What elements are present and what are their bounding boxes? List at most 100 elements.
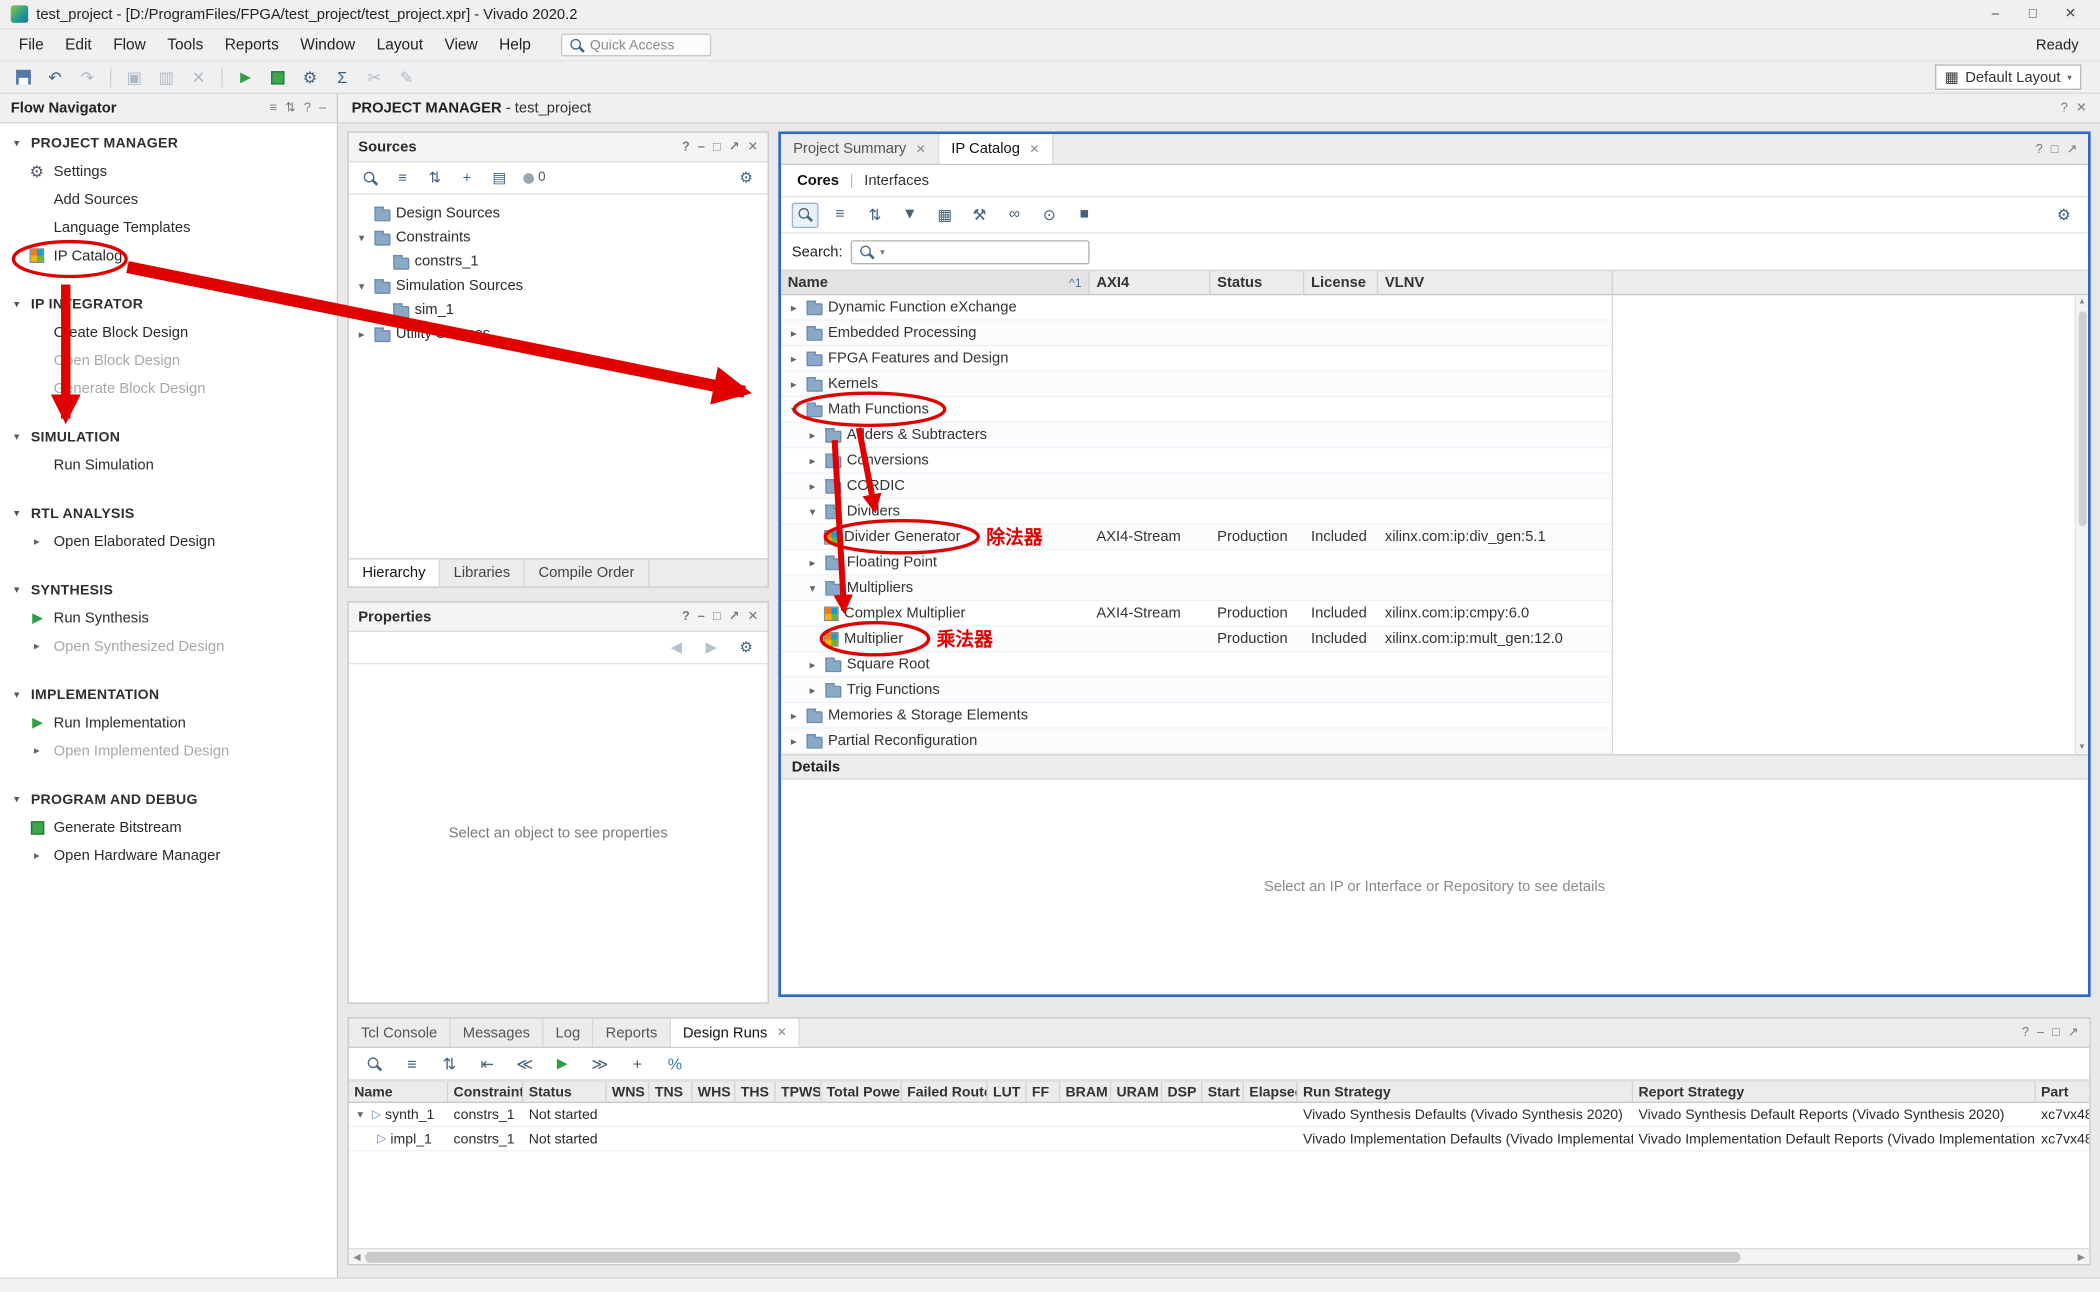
menu-layout[interactable]: Layout	[366, 33, 434, 57]
search-button[interactable]	[360, 1050, 390, 1077]
ip-category-kernels[interactable]: ▸Kernels	[781, 372, 1612, 397]
help-icon[interactable]: ?	[2022, 1025, 2029, 1040]
column-header-status[interactable]: Status	[1210, 271, 1304, 294]
ip-category-floating-point[interactable]: ▸Floating Point	[781, 550, 1612, 575]
layout-selector[interactable]: ▦ Default Layout ▾	[1935, 64, 2081, 89]
ip-category-cordic[interactable]: ▸CORDIC	[781, 474, 1612, 499]
chevron-right-icon[interactable]: ▸	[805, 682, 820, 697]
column-header-uram[interactable]: URAM	[1111, 1082, 1162, 1102]
ip-category-square-root[interactable]: ▸Square Root	[781, 652, 1612, 677]
flow-nav-item-open-elaborated-design[interactable]: ▸Open Elaborated Design	[0, 527, 337, 555]
flow-nav-section-header[interactable]: ▾IP INTEGRATOR	[0, 290, 337, 318]
file-button[interactable]: ▤	[486, 166, 513, 190]
search-button[interactable]	[792, 202, 819, 227]
column-header-name[interactable]: Name	[349, 1082, 448, 1102]
collapse-all-button[interactable]: ≡	[397, 1050, 427, 1077]
ip-category-dynamic-function-exchange[interactable]: ▸Dynamic Function eXchange	[781, 295, 1612, 320]
column-header-status[interactable]: Status	[523, 1082, 606, 1102]
menu-reports[interactable]: Reports	[214, 33, 290, 57]
tab-ip-catalog[interactable]: IP Catalog✕	[939, 134, 1053, 164]
vertical-scrollbar[interactable]: ▲ ▼	[2075, 295, 2088, 754]
close-icon[interactable]: ✕	[2052, 7, 2090, 22]
view-cores[interactable]: Cores	[797, 172, 839, 188]
bottom-tab-reports[interactable]: Reports	[594, 1019, 671, 1047]
copy-button[interactable]: ▣	[119, 64, 149, 91]
float-icon[interactable]: ↗	[2068, 1025, 2079, 1040]
flow-nav-section-header[interactable]: ▾PROJECT MANAGER	[0, 129, 337, 157]
settings-button[interactable]: ⚙	[295, 64, 325, 91]
scroll-right-icon[interactable]: ▶	[2073, 1251, 2089, 1262]
scrollbar-thumb[interactable]	[2078, 311, 2086, 526]
cut-button[interactable]: ✂	[360, 64, 390, 91]
link-button[interactable]: ∞	[1001, 202, 1028, 227]
run-button[interactable]	[231, 64, 261, 91]
chevron-right-icon[interactable]: ▸	[805, 453, 820, 468]
chevron-right-icon[interactable]: ▸	[786, 351, 801, 366]
flow-nav-item-generate-block-design[interactable]: Generate Block Design	[0, 374, 337, 402]
ip-category-trig-functions[interactable]: ▸Trig Functions	[781, 678, 1612, 703]
skip-to-start-button[interactable]: ⇤	[472, 1050, 502, 1077]
flow-nav-item-run-implementation[interactable]: Run Implementation	[0, 709, 337, 737]
view-interfaces[interactable]: Interfaces	[864, 172, 929, 188]
column-header-dsp[interactable]: DSP	[1162, 1082, 1202, 1102]
save-button[interactable]	[8, 64, 38, 91]
chevron-down-icon[interactable]: ▾	[354, 278, 369, 293]
chevron-down-icon[interactable]: ▾	[805, 504, 820, 519]
column-header-wns[interactable]: WNS	[607, 1082, 650, 1102]
column-header-vlnv[interactable]: VLNV	[1378, 271, 1613, 294]
menu-view[interactable]: View	[434, 33, 489, 57]
flow-nav-item-create-block-design[interactable]: Create Block Design	[0, 318, 337, 346]
source-tree-item-utility-sources[interactable]: ▸Utility Sources	[349, 322, 768, 346]
flow-nav-item-add-sources[interactable]: Add Sources	[0, 185, 337, 213]
scroll-up-icon[interactable]: ▲	[2078, 295, 2086, 308]
column-header-license[interactable]: License	[1304, 271, 1378, 294]
column-header-elapsed[interactable]: Elapsed	[1244, 1082, 1298, 1102]
menu-flow[interactable]: Flow	[102, 33, 156, 57]
settings-gear-button[interactable]: ⚙	[2050, 202, 2077, 227]
menu-help[interactable]: Help	[488, 33, 541, 57]
horizontal-scrollbar[interactable]: ◀ ▶	[349, 1248, 2089, 1264]
flow-nav-item-open-synthesized-design[interactable]: ▸Open Synthesized Design	[0, 632, 337, 660]
ip-search-input[interactable]: ▾	[851, 240, 1090, 264]
run-button[interactable]	[547, 1050, 577, 1077]
close-icon[interactable]: ✕	[777, 1025, 787, 1040]
scroll-down-icon[interactable]: ▼	[2078, 741, 2086, 754]
ip-category-multipliers[interactable]: ▾Multipliers	[781, 576, 1612, 601]
chevron-down-icon[interactable]: ▾	[354, 230, 369, 245]
source-tree-item-design-sources[interactable]: Design Sources	[349, 201, 768, 225]
column-header-ths[interactable]: THS	[735, 1082, 775, 1102]
expand-all-button[interactable]: ⇅	[435, 1050, 465, 1077]
flow-nav-section-header[interactable]: ▾RTL ANALYSIS	[0, 499, 337, 527]
bottom-tab-tcl-console[interactable]: Tcl Console	[349, 1019, 451, 1047]
flow-nav-item-language-templates[interactable]: Language Templates	[0, 213, 337, 241]
column-header-run-strategy[interactable]: Run Strategy	[1298, 1082, 1633, 1102]
chevron-right-icon[interactable]: ▸	[786, 733, 801, 748]
settings-gear-button[interactable]: ⚙	[733, 635, 760, 659]
column-header-total-power[interactable]: Total Power	[821, 1082, 902, 1102]
column-header-tns[interactable]: TNS	[649, 1082, 692, 1102]
quick-access-input[interactable]: Quick Access	[560, 34, 710, 57]
flow-nav-item-ip-catalog[interactable]: IP Catalog	[0, 242, 337, 270]
float-icon[interactable]: ↗	[729, 140, 740, 155]
minimize-icon[interactable]: –	[1977, 7, 2015, 22]
collapse-all-button[interactable]: ≡	[827, 202, 854, 227]
flow-nav-item-open-block-design[interactable]: Open Block Design	[0, 346, 337, 374]
search-button[interactable]	[357, 166, 384, 190]
column-header-ff[interactable]: FF	[1027, 1082, 1061, 1102]
column-header-lut[interactable]: LUT	[988, 1082, 1027, 1102]
maximize-icon[interactable]: □	[713, 609, 721, 624]
flow-nav-item-open-hardware-manager[interactable]: ▸Open Hardware Manager	[0, 841, 337, 869]
source-tree-item-constraints[interactable]: ▾Constraints	[349, 225, 768, 249]
target-button[interactable]: ⊙	[1036, 202, 1063, 227]
maximize-icon[interactable]: □	[2052, 1025, 2060, 1040]
settings-gear-button[interactable]: ⚙	[733, 166, 760, 190]
ip-category-math-functions[interactable]: ▾Math Functions	[781, 397, 1612, 422]
edit-button[interactable]: ✎	[392, 64, 422, 91]
sources-tab-compile-order[interactable]: Compile Order	[525, 560, 649, 587]
flow-nav-section-header[interactable]: ▾IMPLEMENTATION	[0, 680, 337, 708]
flow-nav-item-run-simulation[interactable]: Run Simulation	[0, 451, 337, 479]
design-run-row-synth-1[interactable]: ▾▷synth_1constrs_1Not startedVivado Synt…	[349, 1103, 2089, 1127]
flow-nav-section-header[interactable]: ▾SYNTHESIS	[0, 576, 337, 604]
sources-tab-hierarchy[interactable]: Hierarchy	[349, 560, 440, 587]
ip-category-dividers[interactable]: ▾Dividers	[781, 499, 1612, 524]
